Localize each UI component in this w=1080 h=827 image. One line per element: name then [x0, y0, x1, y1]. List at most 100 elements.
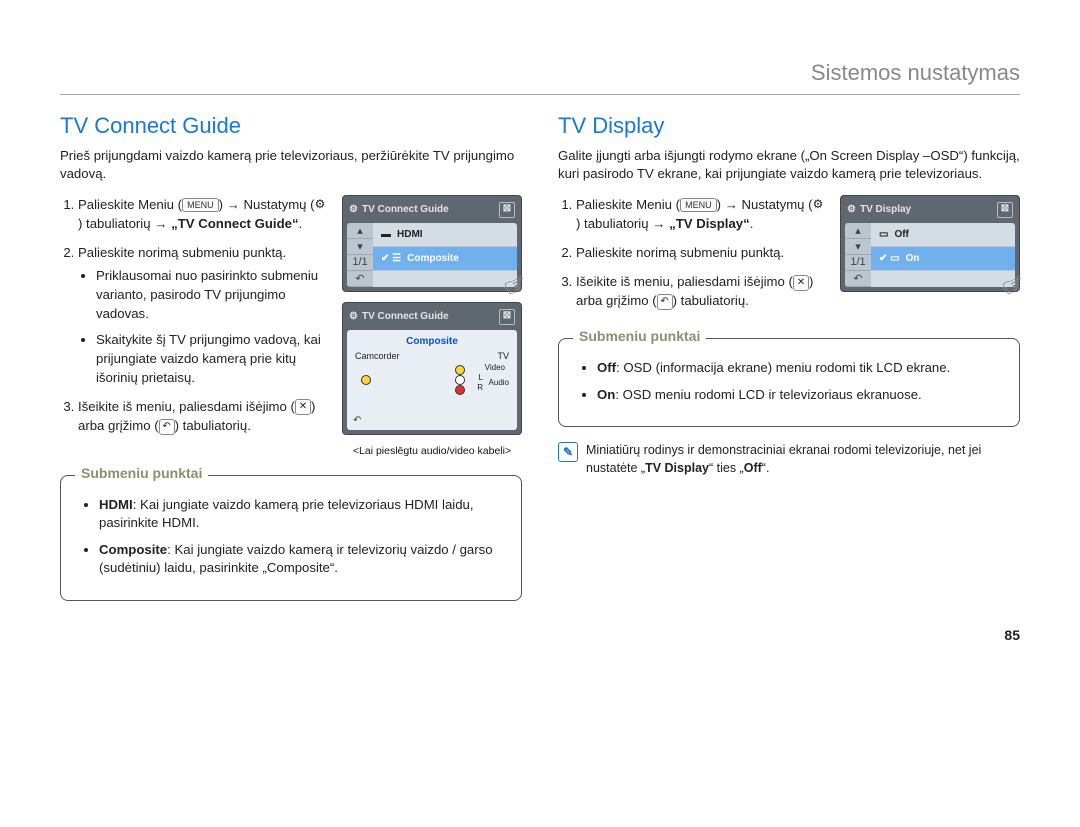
submenu-heading: Submeniu punktai [573, 328, 706, 344]
r-label: R [477, 383, 483, 392]
submenu-item-name: HDMI [99, 497, 133, 512]
screenshot-nav-col: ▴ ▾ 1/1 ↶ [845, 223, 871, 287]
step-1: Palieskite Meniu (MENU) → Nustatymų (⚙) … [576, 195, 826, 233]
back-icon: ↶ [353, 415, 361, 426]
gear-icon: ⚙ [349, 204, 358, 215]
screenshot-body: ▴ ▾ 1/1 ↶ ▭ Off ✔ ▭ On [845, 223, 1015, 287]
submenu-item-name: Off [597, 360, 616, 375]
screenshots-column: ⚙ TV Connect Guide ⊠ ▴ ▾ 1/1 ↶ [342, 195, 522, 457]
step1-bold: „TV Connect Guide“ [171, 216, 298, 231]
step1-text-b: ) → Nustatymų ( [219, 197, 315, 212]
step1-text-d: . [750, 216, 754, 231]
steps-with-screenshots: Palieskite Meniu (MENU) → Nustatymų (⚙) … [60, 195, 522, 457]
submenu-item-name: On [597, 387, 615, 402]
camcorder-label: Camcorder [355, 351, 400, 361]
screenshot-tv-connect-menu: ⚙ TV Connect Guide ⊠ ▴ ▾ 1/1 ↶ [342, 195, 522, 292]
note-off-bold: Off [744, 461, 762, 475]
step1-text-b: ) → Nustatymų ( [717, 197, 813, 212]
note-bold: TV Display [645, 461, 709, 475]
submenu-item-desc: : Kai jungiate vaizdo kamerą prie televi… [99, 497, 474, 530]
video-label: Video [485, 363, 505, 372]
intro-text: Prieš prijungdami vaizdo kamerą prie tel… [60, 147, 522, 183]
option-label: Composite [407, 253, 459, 264]
cable-diagram-body: Composite Camcorder TV Video [347, 330, 517, 430]
steps-list: Palieskite Meniu (MENU) → Nustatymų (⚙) … [558, 195, 826, 311]
right-column: TV Display Galite įjungti arba išjungti … [558, 113, 1020, 601]
diagram-connectors: Video L R Audio [355, 365, 509, 393]
l-label: L [479, 373, 483, 382]
back-icon: ↶ [159, 419, 175, 435]
section-heading-tv-display: TV Display [558, 113, 1020, 139]
back-icon: ↶ [657, 294, 673, 310]
option-label: Off [894, 229, 908, 240]
screenshot-option-list: ▭ Off ✔ ▭ On [871, 223, 1015, 287]
step1-text-d: . [299, 216, 303, 231]
screenshot-titlebar: ⚙ TV Connect Guide ⊠ [347, 307, 517, 330]
note: ✎ Miniatiūrų rodinys ir demonstraciniai … [558, 441, 1020, 477]
screenshots-column: ⚙ TV Display ⊠ ▴ ▾ 1/1 ↶ [840, 195, 1020, 302]
step3-text-c: ) tabuliatorių. [673, 293, 749, 308]
nav-up-icon: ▴ [845, 223, 871, 239]
option-composite-selected: ✔ ☰ Composite [373, 247, 517, 271]
step-3: Išeikite iš meniu, paliesdami išėjimo (✕… [576, 272, 826, 310]
option-label: HDMI [397, 229, 423, 240]
nav-down-icon: ▾ [347, 239, 373, 255]
submenu-item-composite: Composite: Kai jungiate vaizdo kamerą ir… [99, 541, 505, 578]
menu-button-icon: MENU [182, 198, 219, 212]
audio-label: Audio [489, 378, 509, 387]
option-hdmi: ▬ HDMI [373, 223, 517, 247]
steps-area: Palieskite Meniu (MENU) → Nustatymų (⚙) … [60, 195, 328, 446]
step3-text-a: Išeikite iš meniu, paliesdami išėjimo ( [576, 274, 793, 289]
nav-down-icon: ▾ [845, 239, 871, 255]
option-off: ▭ Off [871, 223, 1015, 247]
step-1: Palieskite Meniu (MENU) → Nustatymų (⚙) … [78, 195, 328, 233]
step1-text-c: ) tabuliatorių → [576, 216, 669, 231]
submenu-list: HDMI: Kai jungiate vaizdo kamerą prie te… [77, 496, 505, 578]
gear-icon: ⚙ [813, 196, 824, 213]
step2-text: Palieskite norimą submeniu punktą. [78, 245, 286, 260]
step-3: Išeikite iš meniu, paliesdami išėjimo (✕… [78, 397, 328, 435]
steps-with-screenshots: Palieskite Meniu (MENU) → Nustatymų (⚙) … [558, 195, 1020, 321]
screenshot-option-list: ▬ HDMI ✔ ☰ Composite [373, 223, 517, 287]
page-indicator: 1/1 [845, 255, 871, 271]
note-text-c: “. [762, 461, 770, 475]
step-2: Palieskite norimą submeniu punktą. Prikl… [78, 243, 328, 387]
submenu-item-on: On: OSD meniu rodomi LCD ir televizoriau… [597, 386, 1003, 404]
submenu-item-off: Off: OSD (informacija ekrane) meniu rodo… [597, 359, 1003, 377]
step3-text-a: Išeikite iš meniu, paliesdami išėjimo ( [78, 399, 295, 414]
submenu-item-hdmi: HDMI: Kai jungiate vaizdo kamerą prie te… [99, 496, 505, 533]
screenshot-body: ▴ ▾ 1/1 ↶ ▬ HDMI ✔ ☰ Composite [347, 223, 517, 287]
two-column-layout: TV Connect Guide Prieš prijungdami vaizd… [60, 113, 1020, 601]
option-label: On [906, 253, 920, 264]
step1-text-a: Palieskite Meniu ( [576, 197, 680, 212]
close-icon: ⊠ [499, 202, 515, 218]
step-2: Palieskite norimą submeniu punktą. [576, 243, 826, 262]
submenu-heading: Submeniu punktai [75, 465, 208, 481]
steps-area: Palieskite Meniu (MENU) → Nustatymų (⚙) … [558, 195, 826, 321]
submenu-box: Submeniu punktai HDMI: Kai jungiate vaiz… [60, 475, 522, 601]
screenshot-title: TV Display [860, 204, 911, 215]
note-text: Miniatiūrų rodinys ir demonstraciniai ek… [586, 441, 1020, 477]
gear-icon: ⚙ [847, 204, 856, 215]
submenu-item-desc: : OSD (informacija ekrane) meniu rodomi … [616, 360, 950, 375]
back-icon: ↶ [845, 271, 871, 287]
screenshot-titlebar: ⚙ TV Display ⊠ [845, 200, 1015, 223]
diagram-subtitle: Composite [355, 336, 509, 347]
manual-page: Sistemos nustatymas TV Connect Guide Pri… [60, 60, 1020, 643]
screenshot-caption: <Lai pieslēgtu audio/video kabeli> [342, 445, 522, 457]
page-indicator: 1/1 [347, 255, 373, 271]
screenshot-tv-display-menu: ⚙ TV Display ⊠ ▴ ▾ 1/1 ↶ [840, 195, 1020, 292]
gear-icon: ⚙ [315, 196, 326, 213]
screenshot-cable-diagram: ⚙ TV Connect Guide ⊠ Composite Camcorder… [342, 302, 522, 435]
page-number: 85 [60, 627, 1020, 643]
screenshot-nav-col: ▴ ▾ 1/1 ↶ [347, 223, 373, 287]
step1-bold: „TV Display“ [669, 216, 750, 231]
close-icon: ⊠ [997, 202, 1013, 218]
step2-sub1: Priklausomai nuo pasirinkto submeniu var… [96, 266, 328, 323]
chapter-title: Sistemos nustatymas [60, 60, 1020, 95]
step3-text-c: ) tabuliatorių. [175, 418, 251, 433]
left-column: TV Connect Guide Prieš prijungdami vaizd… [60, 113, 522, 601]
option-on-selected: ✔ ▭ On [871, 247, 1015, 271]
step2-sublist: Priklausomai nuo pasirinkto submeniu var… [78, 266, 328, 387]
submenu-box: Submeniu punktai Off: OSD (informacija e… [558, 338, 1020, 427]
